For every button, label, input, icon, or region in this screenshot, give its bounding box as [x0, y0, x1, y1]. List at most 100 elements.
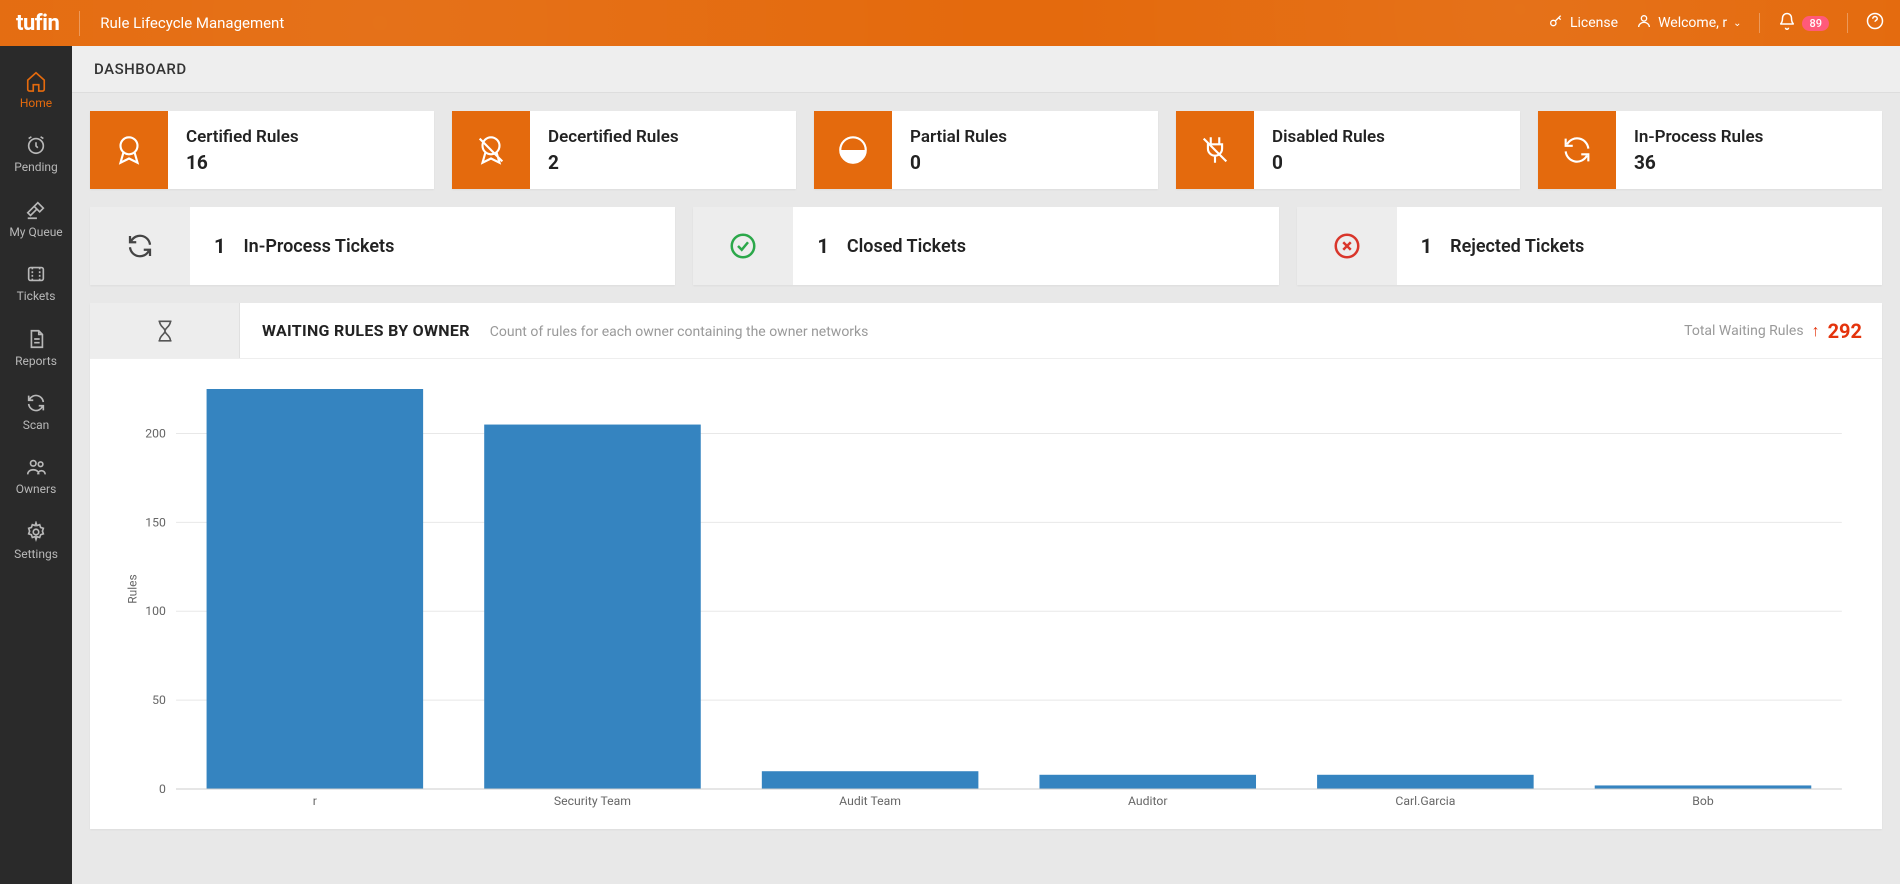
chart-panel: WAITING RULES BY OWNER Count of rules fo… [90, 303, 1882, 829]
main-content: DASHBOARD Certified Rules 16 Decertified … [72, 46, 1900, 884]
stat-label: Disabled Rules [1272, 127, 1502, 147]
sidebar-item-owners[interactable]: Owners [0, 444, 72, 508]
nav-label: Reports [15, 354, 57, 368]
welcome-text: Welcome, r [1658, 15, 1727, 31]
ribbon-slash-icon [452, 111, 530, 189]
page-title: DASHBOARD [94, 60, 1878, 78]
stat-value: 0 [1272, 151, 1502, 174]
ticket-card-closed[interactable]: 1 Closed Tickets [693, 207, 1278, 285]
svg-text:Bob: Bob [1692, 794, 1714, 808]
nav-label: Owners [16, 482, 57, 496]
chart-total-value: 292 [1828, 319, 1862, 343]
ticket-icon [25, 263, 47, 285]
svg-text:Security Team: Security Team [554, 794, 631, 808]
ticket-card-rejected[interactable]: 1 Rejected Tickets [1297, 207, 1882, 285]
ticket-count: 1 [1421, 234, 1432, 258]
notifications-button[interactable]: 89 [1778, 12, 1829, 34]
ticket-count: 1 [214, 234, 225, 258]
svg-text:Auditor: Auditor [1128, 794, 1168, 808]
svg-text:0: 0 [159, 782, 166, 796]
sync-icon [1538, 111, 1616, 189]
sidebar-item-pending[interactable]: Pending [0, 122, 72, 186]
bell-icon [1778, 12, 1796, 34]
app-title: Rule Lifecycle Management [100, 14, 284, 32]
nav-label: Pending [14, 160, 58, 174]
logo: tufin [16, 11, 80, 36]
sidebar-item-settings[interactable]: Settings [0, 509, 72, 573]
top-bar: tufin Rule Lifecycle Management License … [0, 0, 1900, 46]
sidebar-item-home[interactable]: Home [0, 58, 72, 122]
chart-title: WAITING RULES BY OWNER [262, 321, 470, 340]
svg-text:200: 200 [145, 427, 166, 441]
stat-value: 16 [186, 151, 416, 174]
check-circle-icon [693, 207, 793, 285]
svg-text:100: 100 [145, 604, 166, 618]
ticket-count: 1 [817, 234, 828, 258]
ticket-card-inprocess[interactable]: 1 In-Process Tickets [90, 207, 675, 285]
stat-label: Decertified Rules [548, 127, 778, 147]
ribbon-icon [90, 111, 168, 189]
users-icon [25, 456, 47, 478]
stat-label: In-Process Rules [1634, 127, 1864, 147]
svg-text:Rules: Rules [125, 574, 139, 603]
gavel-icon [25, 199, 47, 221]
chart-subtitle: Count of rules for each owner containing… [490, 324, 869, 340]
stat-card-certified[interactable]: Certified Rules 16 [90, 111, 434, 189]
home-icon [25, 70, 47, 92]
nav-label: Tickets [17, 289, 56, 303]
sidebar-item-reports[interactable]: Reports [0, 316, 72, 380]
gear-icon [25, 521, 47, 543]
stat-label: Certified Rules [186, 127, 416, 147]
chevron-down-icon: ⌄ [1733, 18, 1741, 29]
sidebar: Home Pending My Queue Tickets Reports Sc… [0, 46, 72, 884]
ticket-cards-row: 1 In-Process Tickets 1 Closed Tickets 1 Rej… [90, 207, 1882, 285]
clock-icon [25, 134, 47, 156]
plug-off-icon [1176, 111, 1254, 189]
stat-card-inprocess[interactable]: In-Process Rules 36 [1538, 111, 1882, 189]
key-icon [1548, 13, 1564, 33]
svg-text:150: 150 [145, 515, 166, 529]
stat-card-disabled[interactable]: Disabled Rules 0 [1176, 111, 1520, 189]
notification-badge: 89 [1802, 16, 1829, 31]
page-header: DASHBOARD [72, 46, 1900, 93]
svg-text:Audit Team: Audit Team [839, 794, 901, 808]
nav-label: My Queue [9, 225, 62, 239]
divider [1759, 13, 1760, 33]
arrow-up-icon: ↑ [1812, 321, 1820, 341]
nav-label: Home [20, 96, 52, 110]
svg-text:Carl.Garcia: Carl.Garcia [1395, 794, 1455, 808]
svg-text:r: r [313, 794, 317, 808]
hourglass-icon [90, 303, 240, 358]
license-link[interactable]: License [1548, 13, 1618, 33]
stat-card-partial[interactable]: Partial Rules 0 [814, 111, 1158, 189]
help-button[interactable] [1866, 12, 1884, 34]
ticket-label: In-Process Tickets [243, 236, 394, 257]
user-icon [1636, 13, 1652, 33]
stat-label: Partial Rules [910, 127, 1140, 147]
stat-cards-row: Certified Rules 16 Decertified Rules 2 Par… [90, 111, 1882, 189]
chart-total-label: Total Waiting Rules [1684, 323, 1803, 339]
sidebar-item-tickets[interactable]: Tickets [0, 251, 72, 315]
x-circle-icon [1297, 207, 1397, 285]
stat-value: 36 [1634, 151, 1864, 174]
svg-text:50: 50 [152, 693, 166, 707]
stat-card-decertified[interactable]: Decertified Rules 2 [452, 111, 796, 189]
refresh-icon [25, 392, 47, 414]
chart-area: 0 50 100 150 200 Rules r Security Team Audit Tea… [90, 359, 1882, 829]
nav-label: Scan [23, 418, 50, 432]
stat-value: 0 [910, 151, 1140, 174]
help-icon [1866, 12, 1884, 34]
license-label: License [1570, 15, 1618, 31]
sidebar-item-my-queue[interactable]: My Queue [0, 187, 72, 251]
chart-header: WAITING RULES BY OWNER Count of rules fo… [90, 303, 1882, 359]
bar-chart: 0 50 100 150 200 Rules r Security Team Audit Tea… [120, 379, 1852, 819]
stat-value: 2 [548, 151, 778, 174]
refresh-icon [90, 207, 190, 285]
ticket-label: Closed Tickets [847, 236, 966, 257]
sidebar-item-scan[interactable]: Scan [0, 380, 72, 444]
document-icon [25, 328, 47, 350]
ticket-label: Rejected Tickets [1450, 236, 1584, 257]
user-menu[interactable]: Welcome, r ⌄ [1636, 13, 1741, 33]
nav-label: Settings [14, 547, 58, 561]
divider [1847, 13, 1848, 33]
